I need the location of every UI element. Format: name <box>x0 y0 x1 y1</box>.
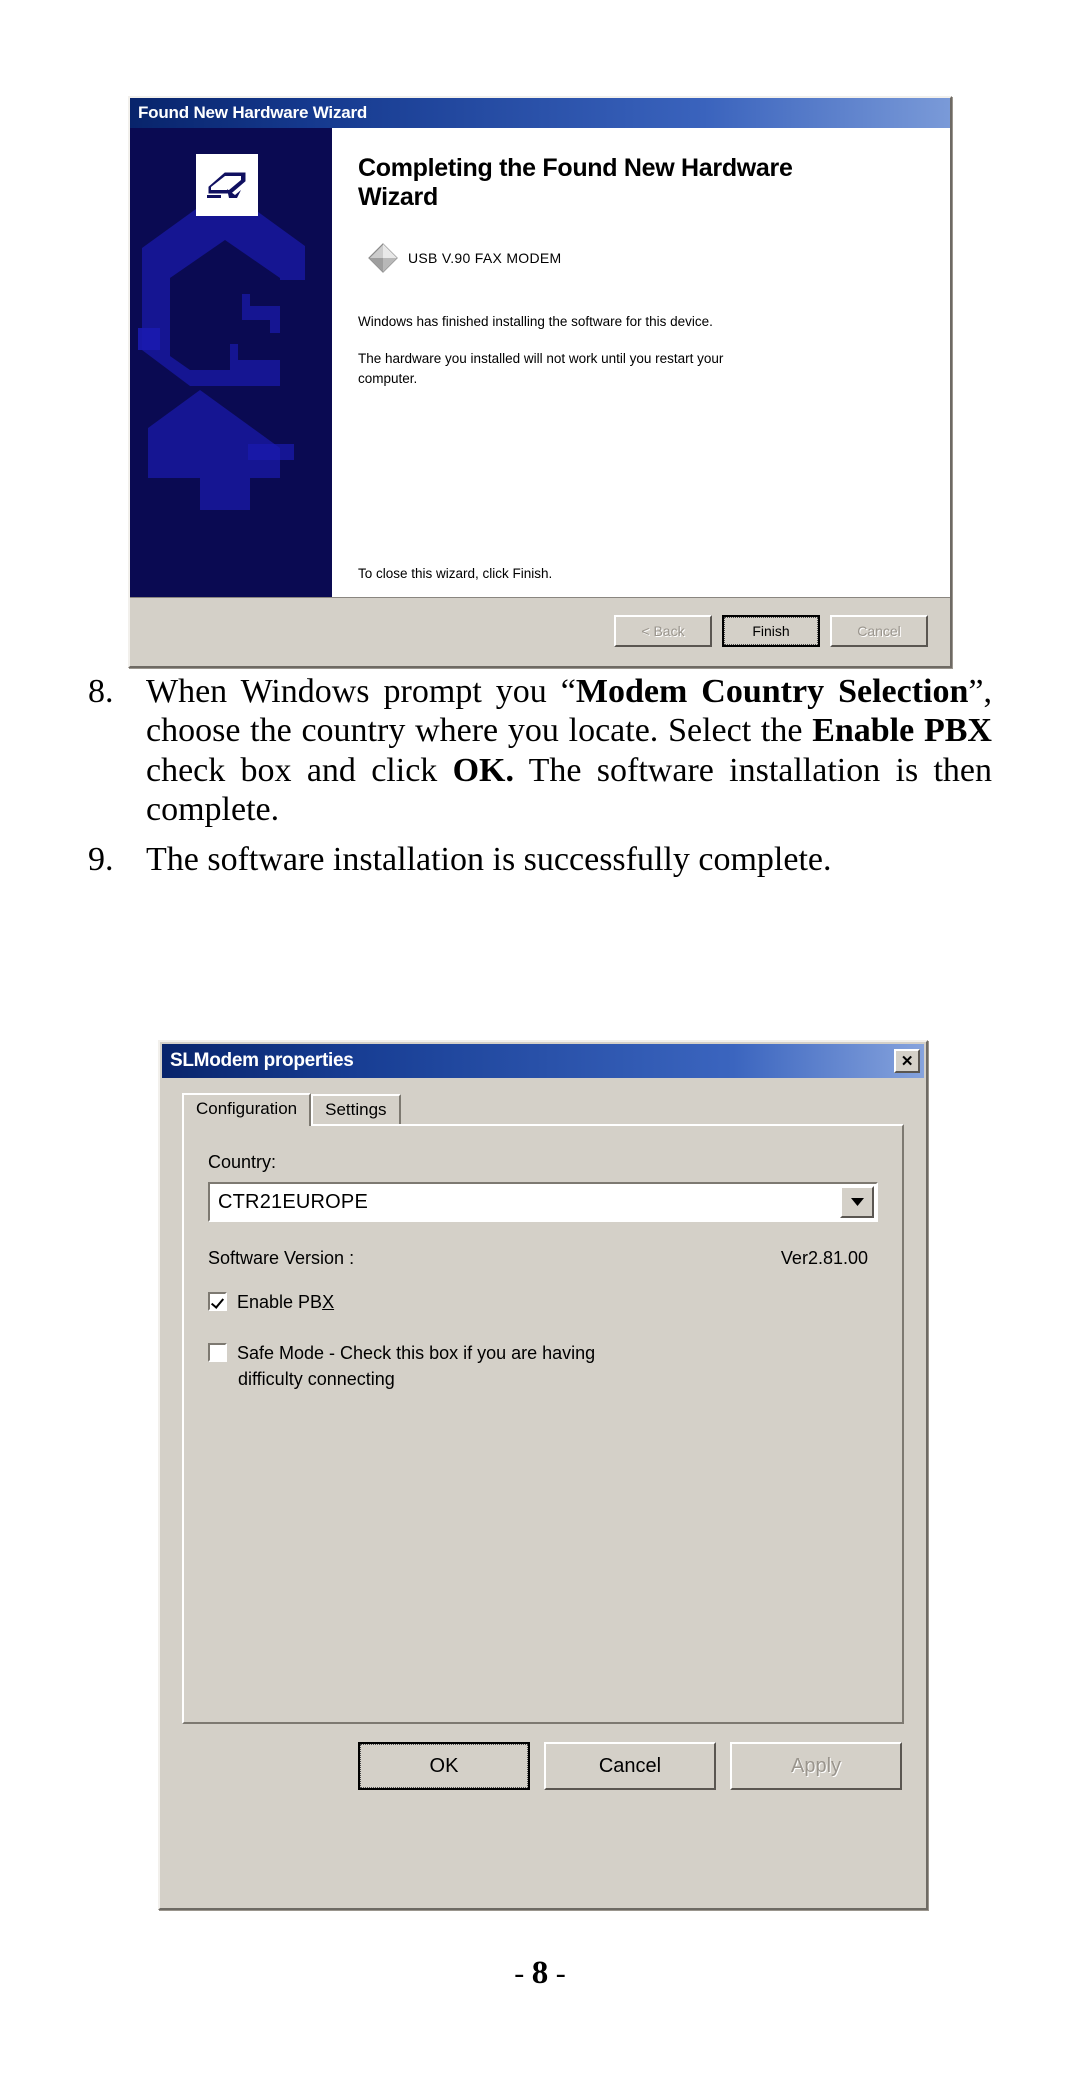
item8-bold2: Enable PBX <box>812 712 992 750</box>
tab-configuration[interactable]: Configuration <box>182 1093 312 1126</box>
software-version-row: Software Version : Ver2.81.00 <box>208 1248 878 1269</box>
apply-button[interactable]: Apply <box>730 1742 902 1790</box>
properties-cancel-button[interactable]: Cancel <box>544 1742 716 1790</box>
page-number-footer: - 8 - <box>0 1955 1080 1992</box>
country-selected-value: CTR21EUROPE <box>218 1190 369 1213</box>
enable-pbx-label-pre: Enable PB <box>237 1292 323 1312</box>
item8-part3: check box and click <box>146 751 453 789</box>
finish-button-label: Finish <box>724 617 818 645</box>
enable-pbx-label: Enable PBX <box>237 1289 334 1316</box>
document-page: Found New Hardware Wizard Completing the… <box>0 0 1080 2097</box>
cancel-button[interactable]: Cancel <box>830 615 928 647</box>
wizard-paragraph-2: The hardware you installed will not work… <box>358 351 724 386</box>
slmodem-properties-dialog: SLModem properties ✕ Configuration Setti… <box>158 1040 928 1910</box>
list-item-8: 8. When Windows prompt you “Modem Countr… <box>88 672 992 830</box>
properties-cancel-button-label: Cancel <box>598 1754 662 1777</box>
diamond-icon <box>368 242 398 273</box>
footer-dash-left: - <box>514 1957 525 1990</box>
enable-pbx-label-accel: X <box>322 1292 335 1312</box>
wizard-titlebar: Found New Hardware Wizard <box>130 98 950 128</box>
close-icon-glyph: ✕ <box>900 1053 914 1070</box>
found-new-hardware-wizard-dialog: Found New Hardware Wizard Completing the… <box>128 96 952 668</box>
safe-mode-checkbox-row[interactable]: Safe Mode - Check this box if you are ha… <box>208 1340 878 1367</box>
wizard-body: Completing the Found New Hardware Wizard… <box>130 128 950 598</box>
software-version-label: Software Version : <box>208 1248 355 1268</box>
wizard-hardware-icon <box>196 154 258 216</box>
wizard-close-note: To close this wizard, click Finish. <box>358 566 553 581</box>
footer-dash-right: - <box>555 1957 566 1990</box>
wizard-heading: Completing the Found New Hardware Wizard <box>358 154 793 211</box>
software-version-value: Ver2.81.00 <box>780 1248 868 1268</box>
apply-button-label: Apply <box>790 1754 842 1777</box>
list-item-8-number: 8. <box>88 673 114 710</box>
safe-mode-checkbox[interactable] <box>208 1343 227 1362</box>
wizard-button-bar: < Back Finish Cancel <box>130 598 950 664</box>
wizard-paragraph-1: Windows has finished installing the soft… <box>358 313 713 329</box>
wizard-title: Found New Hardware Wizard <box>138 103 368 122</box>
country-label: Country: <box>208 1152 277 1172</box>
configuration-tab-panel: Country: CTR21EUROPE Software Version : … <box>182 1124 904 1724</box>
ok-button-label: OK <box>360 1744 528 1788</box>
wizard-device-row: USB V.90 FAX MODEM <box>358 238 928 278</box>
wizard-banner-artwork <box>130 128 332 597</box>
properties-titlebar: SLModem properties ✕ <box>162 1044 924 1078</box>
list-item-9: 9. The software installation is successf… <box>88 840 992 879</box>
enable-pbx-checkbox-row[interactable]: Enable PBX <box>208 1289 878 1316</box>
device-diamond-icon <box>358 241 408 275</box>
ok-button[interactable]: OK <box>358 1742 530 1790</box>
back-button[interactable]: < Back <box>614 615 712 647</box>
instructions-list: 8. When Windows prompt you “Modem Countr… <box>88 672 992 883</box>
hardware-card-icon <box>205 165 249 205</box>
back-button-label: < Back <box>641 623 685 639</box>
list-item-9-number: 9. <box>88 840 114 878</box>
footer-page-number: 8 <box>531 1955 549 1991</box>
safe-mode-label: Safe Mode - Check this box if you are ha… <box>237 1343 596 1363</box>
item8-part1: When Windows prompt you “ <box>146 673 576 710</box>
properties-title: SLModem properties <box>170 1050 354 1071</box>
list-item-9-text: The software installation is successfull… <box>146 840 832 878</box>
tab-settings-label: Settings <box>325 1100 387 1119</box>
chevron-down-icon[interactable] <box>840 1186 874 1218</box>
item8-bold1: Modem Country Selection <box>575 673 969 710</box>
enable-pbx-checkbox[interactable] <box>208 1292 227 1311</box>
country-select[interactable]: CTR21EUROPE <box>208 1182 878 1222</box>
wizard-device-name: USB V.90 FAX MODEM <box>408 249 562 266</box>
item8-bold3: OK. <box>452 751 514 789</box>
list-item-8-text: When Windows prompt you “Modem Country S… <box>146 672 992 830</box>
finish-button[interactable]: Finish <box>722 615 820 647</box>
cancel-button-label: Cancel <box>857 623 901 639</box>
tab-configuration-label: Configuration <box>196 1099 298 1118</box>
properties-tabstrip: Configuration Settings <box>160 1090 926 1126</box>
wizard-content: Completing the Found New Hardware Wizard… <box>332 128 950 597</box>
close-icon[interactable]: ✕ <box>894 1049 920 1073</box>
chevron-down-glyph <box>850 1198 864 1206</box>
safe-mode-label-line2: difficulty connecting <box>238 1369 395 1389</box>
tab-settings[interactable]: Settings <box>311 1094 401 1124</box>
properties-button-bar: OK Cancel Apply <box>160 1724 926 1790</box>
